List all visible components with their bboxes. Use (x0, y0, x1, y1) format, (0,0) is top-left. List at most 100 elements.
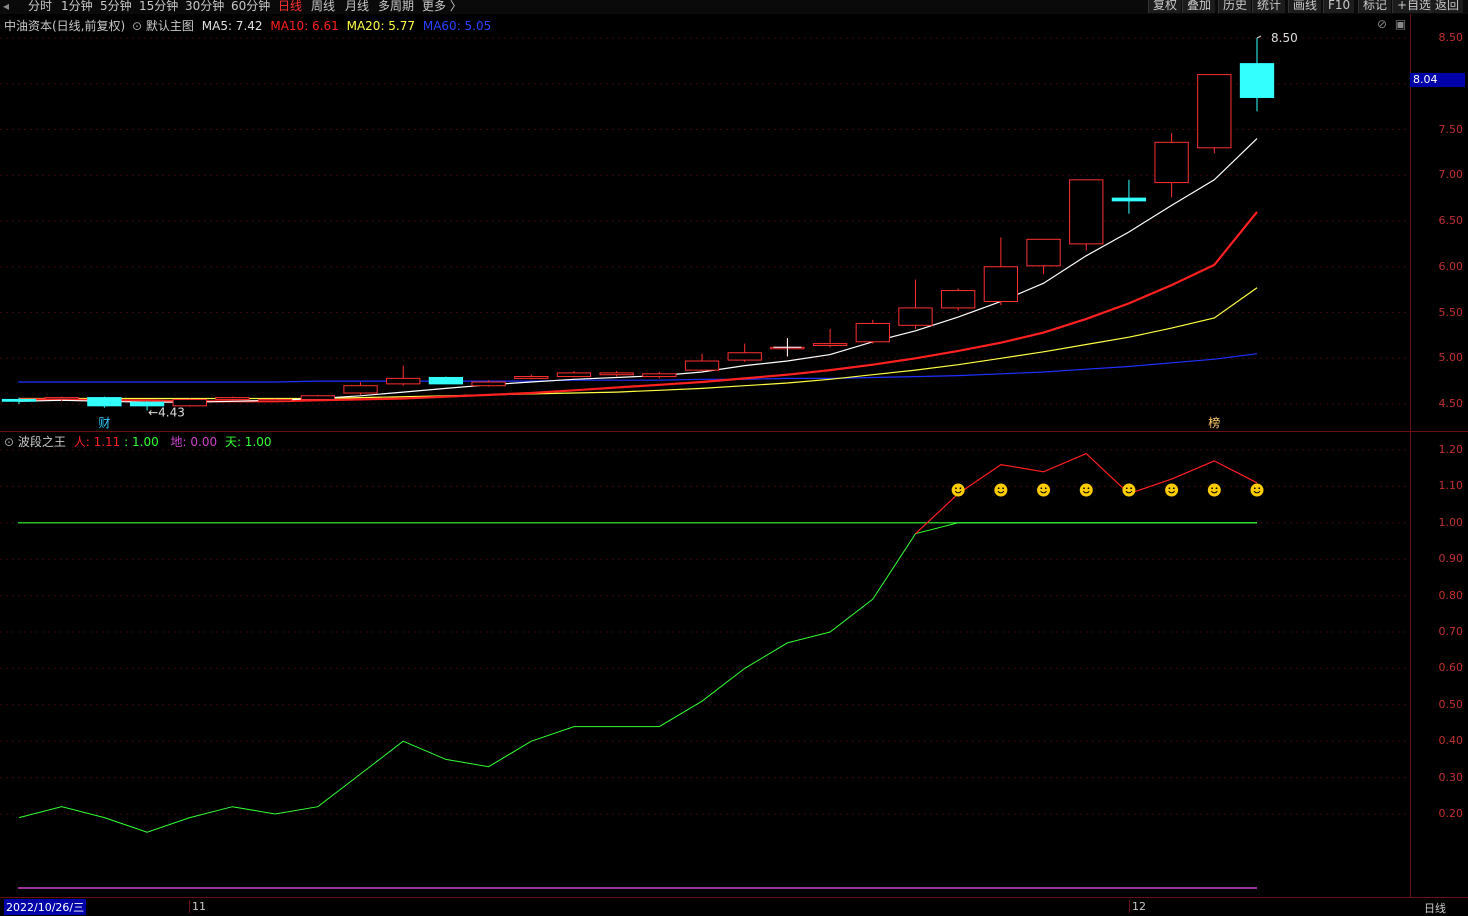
candle-body (642, 373, 677, 378)
price-tick-label: 5.50 (1438, 305, 1464, 319)
stats-button[interactable]: 统计 (1252, 0, 1286, 13)
candle-body (343, 385, 378, 394)
tab-5min[interactable]: 5分钟 (100, 0, 132, 12)
candle-body (1111, 197, 1147, 202)
tab-1min[interactable]: 1分钟 (61, 0, 93, 12)
sub-grid (0, 449, 1410, 815)
tab-multi-period[interactable]: 多周期 (378, 0, 414, 12)
tab-fenshi[interactable]: 分时 (28, 0, 52, 12)
f10-button[interactable]: F10 (1323, 0, 1355, 13)
history-button[interactable]: 历史 (1218, 0, 1252, 13)
mark-button[interactable]: 标记 (1358, 0, 1392, 13)
indicator-tick-label: 0.50 (1438, 697, 1464, 711)
candle-body (941, 290, 976, 309)
smiley-eye (1172, 487, 1175, 490)
candle-body (300, 395, 335, 400)
smiley-face (1079, 483, 1093, 497)
ma5-line (18, 138, 1258, 403)
indicator-tick-label: 0.90 (1438, 552, 1464, 566)
tab-monthly[interactable]: 月线 (345, 0, 369, 12)
smiley-eye (997, 487, 1000, 490)
tab-weekly[interactable]: 周线 (311, 0, 335, 12)
smiley-eye (1125, 487, 1128, 490)
smiley-eye (1168, 487, 1171, 490)
tab-30min[interactable]: 30分钟 (185, 0, 224, 12)
tab-15min[interactable]: 15分钟 (139, 0, 178, 12)
tab-more[interactable]: 更多 〉 (422, 0, 462, 12)
candle-body (1154, 141, 1189, 184)
smiley-face (1165, 483, 1179, 497)
tab-daily[interactable]: 日线 (278, 0, 302, 12)
overlay-button[interactable]: 叠加 (1182, 0, 1216, 13)
indicator-tick-label: 0.40 (1438, 734, 1464, 748)
smiley-eye (1258, 487, 1261, 490)
price-tick-label: 7.00 (1438, 168, 1464, 182)
candle-body (855, 322, 890, 343)
candle-body (1069, 179, 1104, 245)
indicator-chart[interactable] (0, 431, 1468, 897)
indicator-tick-label: 0.20 (1438, 807, 1464, 820)
bang-badge: 榜 (1208, 415, 1220, 430)
indicator-axis: 1.20 1.10 1.00 0.90 0.80 0.70 0.60 0.50 0.40 0.30… (1410, 431, 1468, 897)
indicator-tick-label: 0.60 (1438, 661, 1464, 675)
tian-line (18, 522, 1257, 833)
smiley-icon (1250, 483, 1264, 497)
candle-body (684, 360, 720, 371)
low-price-label: ←4.43 (148, 405, 185, 419)
candle-body (514, 376, 549, 379)
draw-line-button[interactable]: 画线 (1288, 0, 1322, 13)
candle-body (1239, 63, 1275, 98)
candle-body (386, 377, 421, 385)
back-button[interactable]: 返回 (1430, 0, 1464, 13)
candle-body (428, 376, 464, 385)
candle-body (983, 266, 1019, 303)
candle-body (1197, 74, 1232, 149)
smiley-icon (1122, 483, 1136, 497)
smiley-eye (1083, 487, 1085, 490)
smiley-eye (1040, 487, 1043, 490)
smiley-eye (959, 487, 962, 490)
smiley-icon (994, 483, 1008, 497)
smiley-face (1207, 483, 1221, 497)
candle-body (44, 397, 79, 400)
smiley-eye (1002, 487, 1004, 490)
price-tick-label: 7.50 (1438, 122, 1464, 136)
smiley-eye (1044, 487, 1047, 490)
smiley-eye (955, 487, 957, 490)
smiley-eye (1211, 487, 1214, 490)
price-tick-label: 4.50 (1438, 397, 1464, 410)
date-axis: 2022/10/26/三 11 12 日线 (0, 897, 1468, 915)
current-price-tag: 8.04 (1410, 73, 1465, 88)
cai-badge: 财 (98, 416, 110, 430)
start-date-label: 2022/10/26/三 (4, 899, 87, 915)
candle-body (812, 343, 848, 346)
indicator-tick-label: 0.30 (1438, 770, 1464, 784)
candle-body (1, 398, 37, 402)
price-tick-label: 6.00 (1438, 259, 1464, 273)
candle-body (556, 372, 592, 378)
smiley-icon (951, 483, 965, 497)
smiley-eye (1087, 487, 1090, 490)
candle-body (87, 397, 122, 407)
indicator-tick-label: 1.10 (1438, 479, 1464, 493)
indicator-tick-label: 1.00 (1438, 515, 1464, 529)
candle-body (1026, 238, 1061, 267)
smiley-eye (1215, 487, 1218, 490)
smiley-eye (1253, 487, 1256, 490)
indicator-lines (18, 452, 1258, 889)
candle-body (471, 381, 506, 387)
price-tick-label: 5.00 (1438, 351, 1464, 365)
candle-body (898, 307, 933, 326)
smiley-icon (1079, 483, 1093, 497)
fuquan-button[interactable]: 复权 (1148, 0, 1182, 13)
add-watchlist-button[interactable]: +自选 (1392, 0, 1436, 13)
candlestick-chart[interactable]: 8.50 ←4.43 财 榜 (0, 14, 1468, 431)
candle-body (727, 352, 762, 361)
moving-average-lines (18, 138, 1258, 403)
toolbar-menu-icon[interactable]: ◂ (3, 0, 9, 12)
month-12-label: 12 (1129, 900, 1146, 913)
tab-60min[interactable]: 60分钟 (231, 0, 270, 12)
smiley-icon (1207, 483, 1221, 497)
smiley-face (1037, 483, 1051, 497)
indicator-tick-label: 0.70 (1438, 625, 1464, 638)
